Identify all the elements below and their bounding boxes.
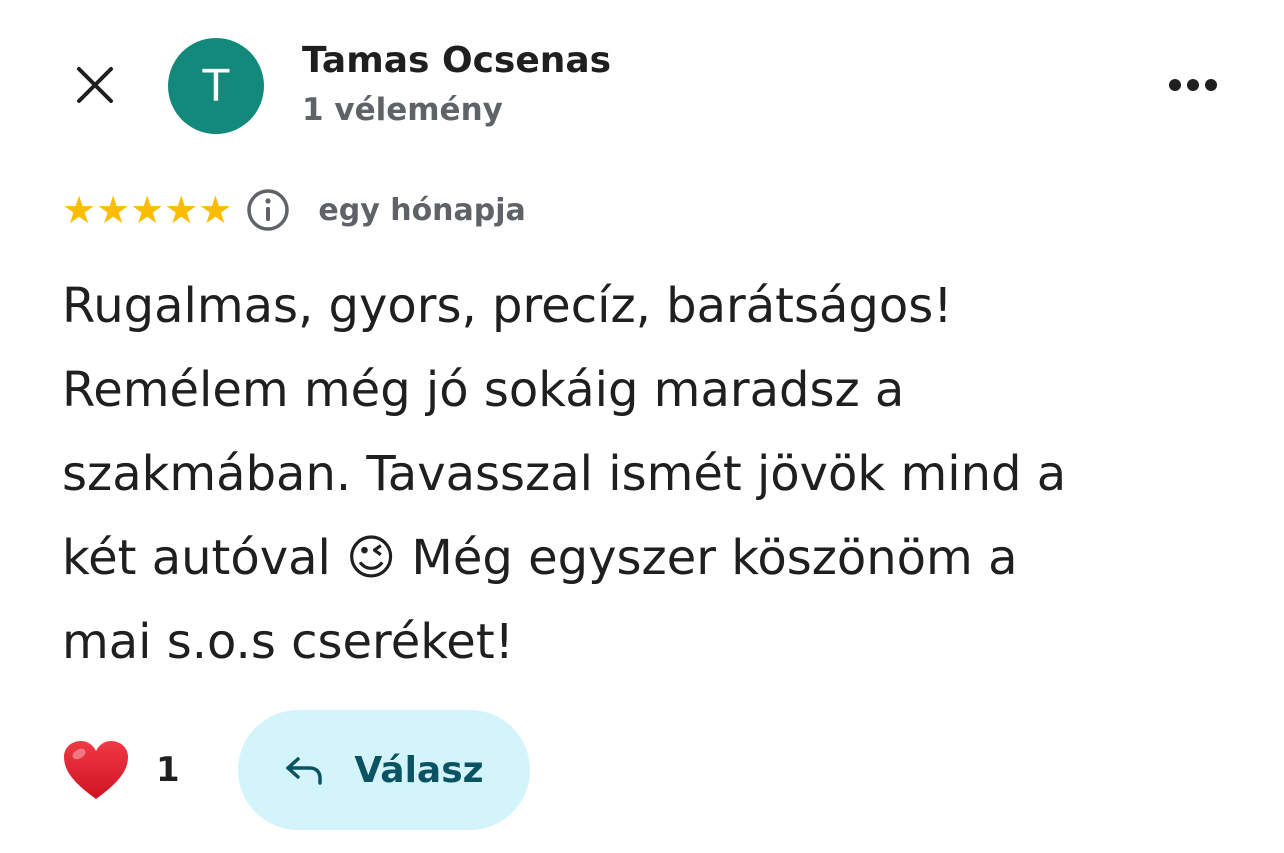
heart-icon	[64, 741, 128, 799]
more-options-button[interactable]	[1158, 60, 1228, 110]
reply-button[interactable]: Válasz	[238, 710, 530, 830]
reviewer-name[interactable]: Tamas Ocsenas	[302, 40, 611, 81]
reply-label: Válasz	[354, 749, 484, 791]
star-icon: ★	[198, 188, 233, 232]
star-rating: ★ ★ ★ ★ ★	[62, 190, 232, 230]
review-date: egy hónapja	[318, 192, 526, 228]
like-count: 1	[156, 750, 180, 790]
reviewer-review-count: 1 vélemény	[302, 92, 503, 128]
info-button[interactable]	[246, 188, 290, 232]
info-icon	[247, 189, 290, 231]
rating-row: ★ ★ ★ ★ ★ egy hónapja	[62, 186, 526, 234]
close-icon	[77, 67, 113, 103]
star-icon: ★	[96, 188, 131, 232]
more-horizontal-icon	[1169, 79, 1217, 91]
avatar-letter: T	[202, 60, 230, 112]
review-detail-page: T Tamas Ocsenas 1 vélemény ★ ★ ★ ★ ★ egy hón…	[0, 0, 1284, 853]
star-icon: ★	[62, 188, 97, 232]
like-button[interactable]: 1	[62, 730, 180, 810]
review-text: Rugalmas, gyors, precíz, barátságos! Rem…	[62, 278, 1067, 670]
star-icon: ★	[164, 188, 199, 232]
reply-arrow-icon	[286, 757, 323, 785]
close-button[interactable]	[58, 48, 132, 122]
avatar[interactable]: T	[168, 38, 264, 134]
star-icon: ★	[130, 188, 165, 232]
